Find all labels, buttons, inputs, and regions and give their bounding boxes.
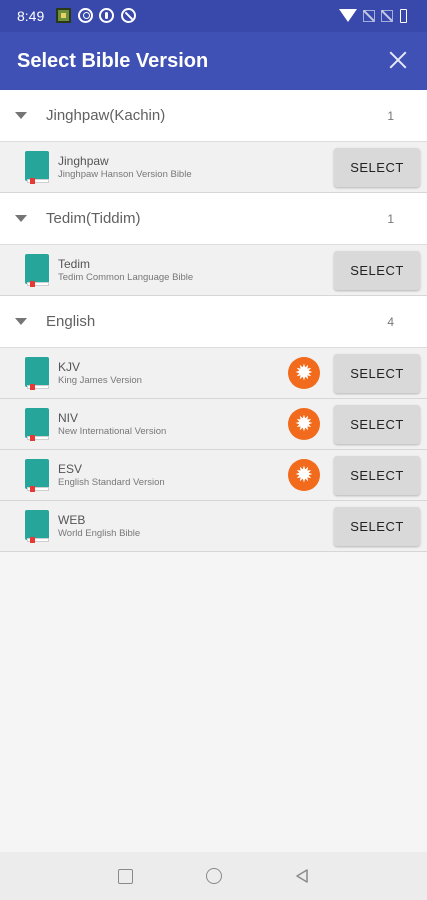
page-title: Select Bible Version: [17, 50, 209, 72]
group-count: 1: [387, 212, 394, 226]
settings-gear-icon[interactable]: ✹: [288, 459, 320, 491]
location-notification-icon: [78, 8, 93, 23]
version-fullname: New International Version: [58, 426, 167, 437]
version-fullname: King James Version: [58, 375, 142, 386]
blocked-notification-icon: [121, 8, 136, 23]
group-header-english[interactable]: English 4: [0, 296, 427, 348]
select-button[interactable]: SELECT: [334, 354, 420, 393]
group-name: Tedim(Tiddim): [46, 210, 141, 227]
version-row-tedim: Tedim Tedim Common Language Bible SELECT: [0, 245, 427, 296]
close-icon[interactable]: [380, 42, 416, 78]
group-name: English: [46, 313, 96, 330]
status-bar: 8:49: [0, 0, 427, 32]
version-abbr: NIV: [58, 411, 79, 425]
select-button[interactable]: SELECT: [334, 507, 420, 546]
bible-book-icon: [25, 254, 49, 287]
version-abbr: KJV: [58, 360, 81, 374]
group-count: 1: [387, 109, 394, 123]
version-fullname: World English Bible: [58, 528, 141, 539]
version-row-jinghpaw: Jinghpaw Jinghpaw Hanson Version Bible S…: [0, 142, 427, 193]
triangle-back-icon[interactable]: [294, 868, 310, 884]
settings-gear-icon[interactable]: ✹: [288, 357, 320, 389]
version-abbr: ESV: [58, 462, 83, 476]
version-fullname: Jinghpaw Hanson Version Bible: [58, 169, 192, 180]
group-name: Jinghpaw(Kachin): [46, 107, 166, 124]
version-list: Jinghpaw(Kachin) 1 Jinghpaw Jinghpaw Han…: [0, 90, 427, 552]
group-count: 4: [387, 315, 394, 329]
app-bar: Select Bible Version: [0, 32, 427, 90]
version-abbr: Jinghpaw: [58, 154, 109, 168]
bible-book-icon: [25, 408, 49, 441]
bible-book-icon: [25, 510, 49, 543]
signal-off-icon: [363, 10, 375, 22]
version-row-kjv: KJV King James Version ✹ SELECT: [0, 348, 427, 399]
select-button[interactable]: SELECT: [334, 148, 420, 187]
select-button[interactable]: SELECT: [334, 405, 420, 444]
version-abbr: WEB: [58, 513, 86, 527]
status-time: 8:49: [17, 8, 45, 24]
circle-icon[interactable]: [206, 868, 222, 884]
signal-off-icon: [381, 10, 393, 22]
version-fullname: Tedim Common Language Bible: [58, 272, 194, 283]
bible-book-icon: [25, 459, 49, 492]
caret-down-icon: [15, 215, 27, 222]
bible-book-icon: [25, 357, 49, 390]
version-abbr: Tedim: [58, 257, 91, 271]
square-icon[interactable]: [118, 869, 133, 884]
select-button[interactable]: SELECT: [334, 456, 420, 495]
version-fullname: English Standard Version: [58, 477, 165, 488]
bible-book-icon: [25, 151, 49, 184]
group-header-tedim[interactable]: Tedim(Tiddim) 1: [0, 193, 427, 245]
caret-down-icon: [15, 318, 27, 325]
system-nav-bar: [0, 852, 427, 900]
version-row-niv: NIV New International Version ✹ SELECT: [0, 399, 427, 450]
version-row-web: WEB World English Bible SELECT: [0, 501, 427, 552]
caret-down-icon: [15, 112, 27, 119]
shield-notification-icon: [99, 8, 114, 23]
version-row-esv: ESV English Standard Version ✹ SELECT: [0, 450, 427, 501]
group-header-jinghpaw[interactable]: Jinghpaw(Kachin) 1: [0, 90, 427, 142]
select-button[interactable]: SELECT: [334, 251, 420, 290]
settings-gear-icon[interactable]: ✹: [288, 408, 320, 440]
battery-icon: [400, 9, 407, 23]
wifi-icon: [339, 9, 357, 22]
game-notification-icon: [56, 8, 71, 23]
